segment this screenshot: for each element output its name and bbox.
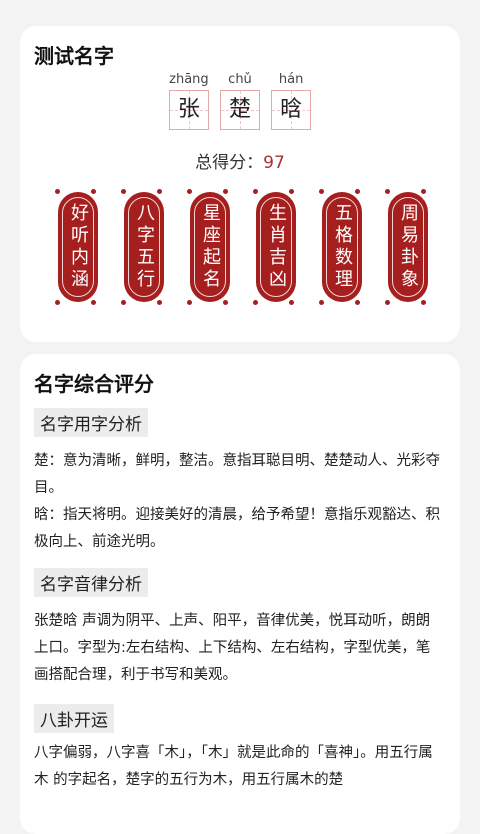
name-evaluation-card: 名字综合评分 名字用字分析 楚：意为清晰，鲜明，整洁。意指耳聪目明、楚楚动人、光…	[20, 354, 460, 834]
tag-label: 八字五行	[134, 203, 155, 291]
tag-corner-dot	[421, 300, 426, 305]
pinyin-label: chǔ	[228, 72, 252, 87]
tag-label: 星座起名	[200, 203, 221, 291]
char-label: 晗	[280, 97, 303, 122]
name-char-2: chǔ 楚	[220, 70, 260, 130]
char-grid-box: 张	[168, 90, 209, 130]
phonetic-analysis-text: 张楚晗 声调为阴平、上声、阳平，音律优美，悦耳动听，朗朗上口。字型为:左右结构、…	[34, 613, 431, 683]
score-value: 97	[263, 153, 285, 173]
tag-corner-dot	[157, 300, 162, 305]
char-label: 楚	[228, 97, 251, 122]
char-grid-box: 楚	[220, 90, 260, 130]
name-char-3: hán 晗	[271, 70, 312, 130]
char-label: 张	[177, 97, 200, 122]
tag-frame: 好听内涵	[62, 197, 94, 297]
tag-zhouyi[interactable]: 周易卦象	[385, 189, 428, 305]
tag-label: 周易卦象	[398, 203, 419, 291]
tag-corner-dot	[319, 300, 324, 305]
tag-label: 生肖吉凶	[266, 203, 287, 291]
tag-zodiac-naming[interactable]: 星座起名	[187, 189, 230, 305]
tag-corner-dot	[385, 300, 390, 305]
pinyin-label: zhāng	[169, 72, 209, 87]
tag-corner-dot	[385, 189, 390, 194]
tag-corner-dot	[121, 189, 126, 194]
tag-frame: 五格数理	[326, 197, 358, 297]
tag-corner-dot	[157, 189, 162, 194]
tag-corner-dot	[355, 300, 360, 305]
section-heading-char-analysis: 名字用字分析	[34, 408, 148, 437]
tag-frame: 生肖吉凶	[260, 197, 292, 297]
tag-corner-dot	[253, 189, 258, 194]
tag-corner-dot	[421, 189, 426, 194]
char-analysis-text-1: 楚：意为清晰，鲜明，整洁。意指耳聪目明、楚楚动人、光彩夺目。	[34, 453, 440, 496]
tag-corner-dot	[91, 300, 96, 305]
tag-corner-dot	[121, 300, 126, 305]
pinyin-label: hán	[278, 72, 304, 87]
bagua-text: 八字偏弱，八字喜「木」，「木」就是此命的「喜神」。用五行属木 的字起名，楚字的五…	[34, 745, 433, 788]
tag-corner-dot	[289, 189, 294, 194]
tag-label: 五格数理	[332, 203, 353, 291]
tag-corner-dot	[187, 189, 192, 194]
test-card-title: 测试名字	[34, 44, 114, 68]
tag-frame: 星座起名	[194, 197, 226, 297]
tag-corner-dot	[223, 189, 228, 194]
tag-label: 好听内涵	[68, 203, 89, 291]
name-test-card: 测试名字 zhāng 张 chǔ 楚 hán 晗 总得分：97 好听内涵 八字五…	[20, 26, 460, 342]
tag-corner-dot	[55, 189, 60, 194]
tag-corner-dot	[187, 300, 192, 305]
tag-corner-dot	[55, 300, 60, 305]
char-analysis-text-2: 晗：指天将明。迎接美好的清晨，给予希望！意指乐观豁达、积极向上、前途光明。	[34, 507, 440, 550]
tag-corner-dot	[253, 300, 258, 305]
tag-corner-dot	[223, 300, 228, 305]
name-characters: zhāng 张 chǔ 楚 hán 晗	[20, 70, 460, 130]
tag-corner-dot	[91, 189, 96, 194]
tag-bazi-wuxing[interactable]: 八字五行	[121, 189, 164, 305]
tag-corner-dot	[355, 189, 360, 194]
tag-corner-dot	[319, 189, 324, 194]
tag-frame: 周易卦象	[392, 197, 424, 297]
tag-pleasant-meaning[interactable]: 好听内涵	[55, 189, 98, 305]
tag-frame: 八字五行	[128, 197, 160, 297]
section-heading-bagua: 八卦开运	[34, 704, 114, 733]
total-score: 总得分：97	[20, 148, 460, 173]
score-label: 总得分：	[195, 153, 264, 173]
tag-wuge[interactable]: 五格数理	[319, 189, 362, 305]
section-heading-phonetic-analysis: 名字音律分析	[34, 568, 148, 597]
tag-corner-dot	[289, 300, 294, 305]
char-grid-box: 晗	[271, 90, 312, 130]
name-char-1: zhāng 张	[168, 70, 209, 130]
eval-card-title: 名字综合评分	[34, 372, 154, 396]
tag-shengxiao[interactable]: 生肖吉凶	[253, 189, 296, 305]
